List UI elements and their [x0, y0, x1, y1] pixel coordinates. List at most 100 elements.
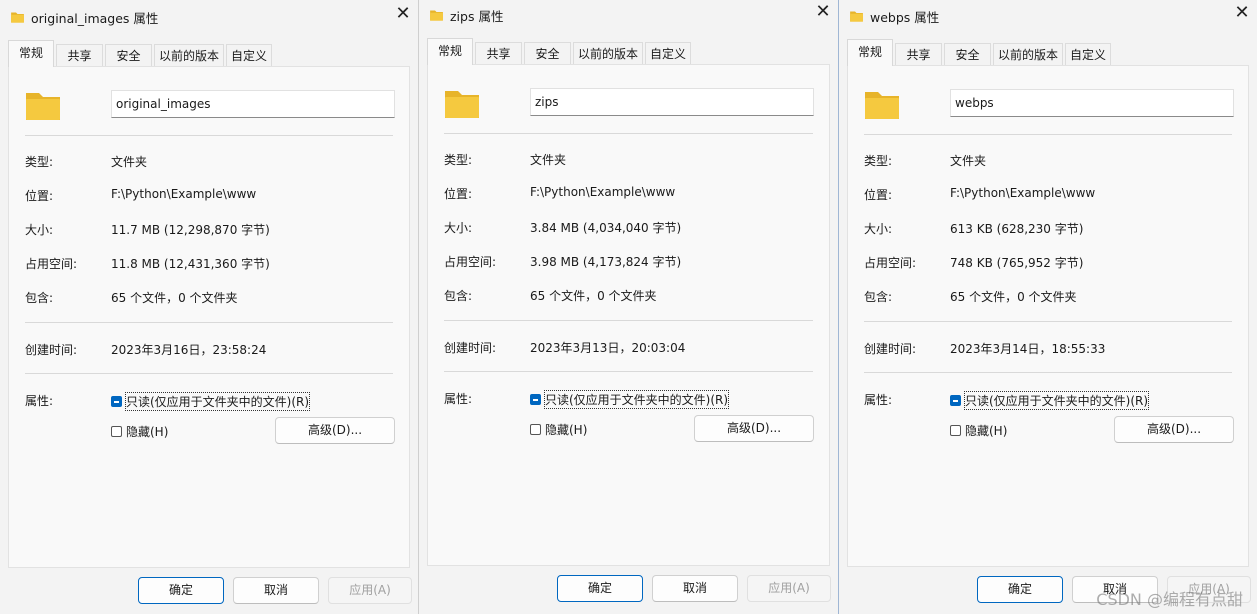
window-title: webps 属性	[870, 10, 940, 25]
created-value: 2023年3月14日，18:55:33	[950, 342, 1106, 356]
location-value: F:\Python\Example\www	[111, 187, 257, 201]
folder-icon	[429, 9, 444, 21]
hidden-checkbox[interactable]	[530, 424, 541, 435]
type-label: 类型:	[25, 155, 54, 169]
folder-name-input[interactable]	[111, 90, 395, 118]
tab-security[interactable]: 安全	[105, 44, 152, 66]
folder-icon	[444, 87, 480, 119]
size-value: 3.84 MB (4,034,040 字节)	[530, 221, 682, 235]
tab-general[interactable]: 常规	[8, 40, 54, 67]
size_on_disk-value: 3.98 MB (4,173,824 字节)	[530, 255, 682, 269]
tab-general[interactable]: 常规	[427, 38, 473, 65]
tab-security[interactable]: 安全	[944, 43, 991, 65]
separator	[444, 371, 813, 372]
separator	[864, 134, 1232, 135]
readonly-label[interactable]: 只读(仅应用于文件夹中的文件)(R)	[543, 390, 730, 409]
size_on_disk-label: 占用空间:	[444, 255, 497, 269]
separator	[25, 322, 393, 323]
tab-customize[interactable]: 自定义	[1065, 43, 1111, 65]
properties-window: original_images 属性 ✕ 常规共享安全以前的版本自定义 类型: …	[0, 0, 419, 614]
size_on_disk-value: 11.8 MB (12,431,360 字节)	[111, 257, 270, 271]
title-bar: original_images 属性 ✕	[0, 0, 418, 34]
size-value: 613 KB (628,230 字节)	[950, 222, 1084, 236]
size-value: 11.7 MB (12,298,870 字节)	[111, 223, 270, 237]
ok-button[interactable]: 确定	[557, 575, 643, 602]
tab-customize[interactable]: 自定义	[226, 44, 272, 66]
tab-security[interactable]: 安全	[524, 42, 571, 64]
tab-sharing[interactable]: 共享	[56, 44, 103, 66]
type-label: 类型:	[864, 154, 893, 168]
advanced-button[interactable]: 高级(D)...	[275, 417, 395, 444]
size_on_disk-value: 748 KB (765,952 字节)	[950, 256, 1084, 270]
readonly-label[interactable]: 只读(仅应用于文件夹中的文件)(R)	[963, 391, 1150, 410]
type-value: 文件夹	[530, 153, 567, 167]
contains-value: 65 个文件，0 个文件夹	[950, 290, 1077, 304]
folder-icon	[864, 88, 900, 120]
cancel-button[interactable]: 取消	[233, 577, 319, 604]
folder-icon	[849, 10, 864, 22]
tab-sharing[interactable]: 共享	[475, 42, 522, 64]
tab-previous-versions[interactable]: 以前的版本	[993, 43, 1063, 65]
location-label: 位置:	[444, 187, 473, 201]
created-label: 创建时间:	[444, 341, 497, 355]
close-button[interactable]: ✕	[812, 1, 834, 23]
created-value: 2023年3月13日，20:03:04	[530, 341, 686, 355]
attributes-label: 属性:	[25, 394, 54, 408]
created-label: 创建时间:	[25, 343, 78, 357]
csdn-watermark: CSDN @编程有点甜	[1096, 590, 1243, 609]
title-bar: zips 属性 ✕	[419, 0, 838, 32]
general-panel: 类型: 文件夹位置: F:\Python\Example\www 大小: 3.84…	[427, 64, 830, 566]
size-label: 大小:	[444, 221, 473, 235]
general-panel: 类型: 文件夹位置: F:\Python\Example\www 大小: 613 …	[847, 65, 1249, 567]
tab-previous-versions[interactable]: 以前的版本	[573, 42, 643, 64]
readonly-checkbox[interactable]	[530, 394, 541, 405]
close-button[interactable]: ✕	[1231, 2, 1253, 24]
location-label: 位置:	[25, 189, 54, 203]
tab-customize[interactable]: 自定义	[645, 42, 691, 64]
attributes-label: 属性:	[864, 393, 893, 407]
general-panel: 类型: 文件夹位置: F:\Python\Example\www 大小: 11.7…	[8, 66, 410, 568]
location-label: 位置:	[864, 188, 893, 202]
contains-label: 包含:	[864, 290, 893, 304]
hidden-label[interactable]: 隐藏(H)	[965, 422, 1007, 439]
folder-name-input[interactable]	[950, 89, 1234, 117]
window-title: zips 属性	[450, 9, 504, 24]
folder-icon	[25, 89, 61, 121]
tab-general[interactable]: 常规	[847, 39, 893, 66]
hidden-label[interactable]: 隐藏(H)	[126, 423, 168, 440]
tab-sharing[interactable]: 共享	[895, 43, 942, 65]
size-label: 大小:	[25, 223, 54, 237]
hidden-checkbox[interactable]	[950, 425, 961, 436]
location-value: F:\Python\Example\www	[530, 185, 676, 199]
type-value: 文件夹	[111, 155, 148, 169]
readonly-checkbox[interactable]	[950, 395, 961, 406]
contains-label: 包含:	[25, 291, 54, 305]
separator	[864, 321, 1232, 322]
hidden-checkbox[interactable]	[111, 426, 122, 437]
size-label: 大小:	[864, 222, 893, 236]
readonly-label[interactable]: 只读(仅应用于文件夹中的文件)(R)	[124, 392, 311, 411]
folder-name-input[interactable]	[530, 88, 814, 116]
ok-button[interactable]: 确定	[138, 577, 224, 604]
contains-value: 65 个文件，0 个文件夹	[530, 289, 657, 303]
readonly-checkbox[interactable]	[111, 396, 122, 407]
close-button[interactable]: ✕	[392, 3, 414, 25]
contains-value: 65 个文件，0 个文件夹	[111, 291, 238, 305]
title-bar: webps 属性 ✕	[839, 0, 1257, 33]
advanced-button[interactable]: 高级(D)...	[694, 415, 814, 442]
advanced-button[interactable]: 高级(D)...	[1114, 416, 1234, 443]
type-value: 文件夹	[950, 154, 987, 168]
type-label: 类型:	[444, 153, 473, 167]
size_on_disk-label: 占用空间:	[25, 257, 78, 271]
hidden-label[interactable]: 隐藏(H)	[545, 421, 587, 438]
attributes-label: 属性:	[444, 392, 473, 406]
ok-button[interactable]: 确定	[977, 576, 1063, 603]
folder-icon	[10, 11, 25, 23]
created-value: 2023年3月16日，23:58:24	[111, 343, 267, 357]
cancel-button[interactable]: 取消	[652, 575, 738, 602]
tab-previous-versions[interactable]: 以前的版本	[154, 44, 224, 66]
properties-window: zips 属性 ✕ 常规共享安全以前的版本自定义 类型: 文件夹位置: F:\P…	[419, 0, 839, 614]
contains-label: 包含:	[444, 289, 473, 303]
apply-button: 应用(A)	[747, 575, 831, 602]
separator	[25, 373, 393, 374]
